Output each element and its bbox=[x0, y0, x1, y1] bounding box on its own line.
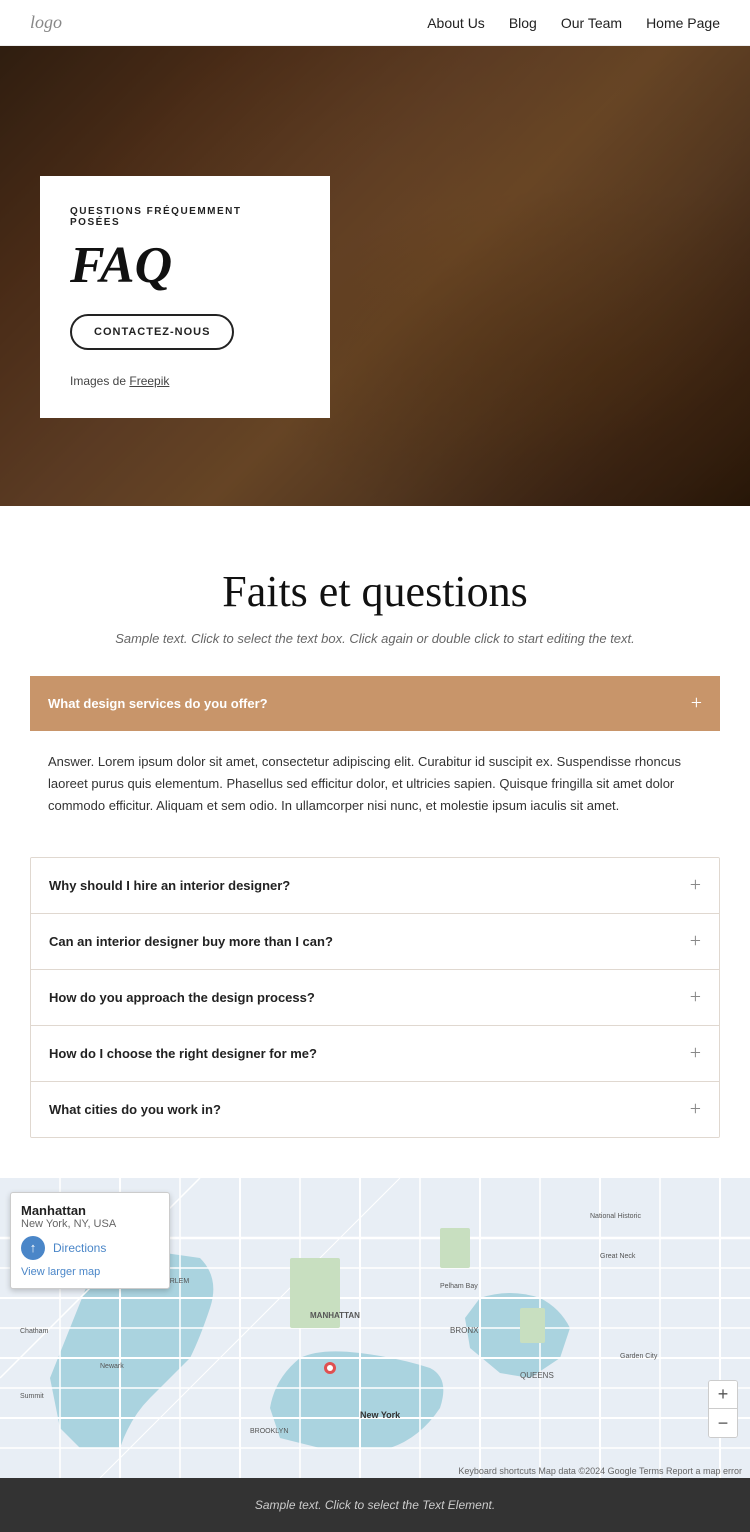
faq-plus-4: + bbox=[690, 1042, 701, 1065]
faq-question-3: How do you approach the design process? bbox=[49, 990, 315, 1005]
nav-blog[interactable]: Blog bbox=[509, 15, 537, 31]
faq-question-1: Why should I hire an interior designer? bbox=[49, 878, 290, 893]
faq-item-5[interactable]: What cities do you work in? + bbox=[31, 1082, 719, 1137]
nav-team[interactable]: Our Team bbox=[561, 15, 622, 31]
svg-text:QUEENS: QUEENS bbox=[520, 1371, 554, 1380]
svg-text:Newark: Newark bbox=[100, 1363, 124, 1370]
svg-text:BRONX: BRONX bbox=[450, 1326, 479, 1335]
map-popup: Manhattan New York, NY, USA ↑ Directions… bbox=[10, 1192, 170, 1289]
nav-about[interactable]: About Us bbox=[427, 15, 485, 31]
faq-items-group: Why should I hire an interior designer? … bbox=[30, 857, 720, 1138]
svg-text:National Historic: National Historic bbox=[590, 1213, 641, 1220]
contact-button[interactable]: CONTACTEZ-NOUS bbox=[70, 314, 234, 350]
svg-text:Chatham: Chatham bbox=[20, 1328, 49, 1335]
faq-item-3[interactable]: How do you approach the design process? … bbox=[31, 970, 719, 1026]
freepik-link[interactable]: Freepik bbox=[129, 374, 169, 388]
zoom-in-button[interactable]: + bbox=[709, 1381, 737, 1409]
directions-label[interactable]: Directions bbox=[53, 1241, 106, 1255]
faq-first-plus: + bbox=[691, 692, 702, 715]
svg-text:New York: New York bbox=[360, 1410, 401, 1420]
map-attribution: Keyboard shortcuts Map data ©2024 Google… bbox=[458, 1466, 742, 1476]
hero-section: QUESTIONS FRÉQUEMMENT POSÉES FAQ CONTACT… bbox=[0, 46, 750, 506]
faq-plus-3: + bbox=[690, 986, 701, 1009]
nav-home[interactable]: Home Page bbox=[646, 15, 720, 31]
logo: logo bbox=[30, 12, 62, 33]
faq-item-4[interactable]: How do I choose the right designer for m… bbox=[31, 1026, 719, 1082]
faq-section: Faits et questions Sample text. Click to… bbox=[0, 506, 750, 1178]
hero-subtitle: QUESTIONS FRÉQUEMMENT POSÉES bbox=[70, 206, 295, 228]
map-actions: ↑ Directions bbox=[21, 1236, 155, 1260]
svg-text:MANHATTAN: MANHATTAN bbox=[310, 1311, 360, 1320]
faq-first-item[interactable]: What design services do you offer? + bbox=[30, 676, 720, 731]
svg-text:Garden City: Garden City bbox=[620, 1353, 658, 1360]
map-section: MANHATTAN BRONX QUEENS New York BROOKLYN… bbox=[0, 1178, 750, 1478]
footer-text: Sample text. Click to select the Text El… bbox=[255, 1498, 495, 1512]
faq-question-2: Can an interior designer buy more than I… bbox=[49, 934, 333, 949]
navbar: logo About Us Blog Our Team Home Page bbox=[0, 0, 750, 46]
hero-credit: Images de Freepik bbox=[70, 374, 295, 388]
hero-title: FAQ bbox=[70, 240, 295, 292]
footer: Sample text. Click to select the Text El… bbox=[0, 1478, 750, 1532]
map-address: New York, NY, USA bbox=[21, 1218, 155, 1230]
svg-text:Great Neck: Great Neck bbox=[600, 1253, 636, 1260]
faq-plus-2: + bbox=[690, 930, 701, 953]
faq-first-question: What design services do you offer? bbox=[48, 696, 268, 711]
faq-answer: Answer. Lorem ipsum dolor sit amet, cons… bbox=[30, 731, 720, 841]
faq-plus-5: + bbox=[690, 1098, 701, 1121]
faq-question-4: How do I choose the right designer for m… bbox=[49, 1046, 317, 1061]
svg-text:BROOKLYN: BROOKLYN bbox=[250, 1428, 288, 1435]
faq-item-1[interactable]: Why should I hire an interior designer? … bbox=[31, 858, 719, 914]
hero-card: QUESTIONS FRÉQUEMMENT POSÉES FAQ CONTACT… bbox=[40, 176, 330, 418]
map-place-name: Manhattan bbox=[21, 1203, 155, 1218]
faq-item-2[interactable]: Can an interior designer buy more than I… bbox=[31, 914, 719, 970]
faq-plus-1: + bbox=[690, 874, 701, 897]
view-larger-map[interactable]: View larger map bbox=[21, 1266, 155, 1278]
faq-heading: Faits et questions bbox=[30, 566, 720, 617]
svg-text:Summit: Summit bbox=[20, 1393, 44, 1400]
directions-icon: ↑ bbox=[21, 1236, 45, 1260]
faq-subtext: Sample text. Click to select the text bo… bbox=[30, 631, 720, 646]
nav-links: About Us Blog Our Team Home Page bbox=[427, 15, 720, 31]
svg-text:Pelham Bay: Pelham Bay bbox=[440, 1283, 478, 1290]
zoom-out-button[interactable]: − bbox=[709, 1409, 737, 1437]
faq-question-5: What cities do you work in? bbox=[49, 1102, 221, 1117]
